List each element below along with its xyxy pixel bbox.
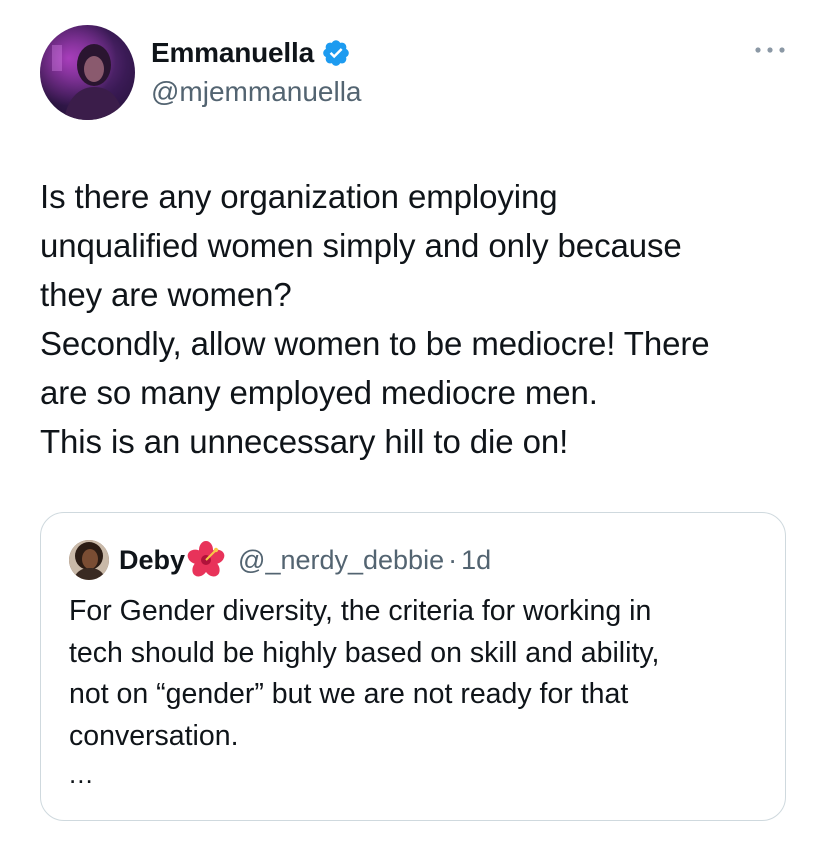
author-avatar[interactable] xyxy=(40,25,135,120)
quote-author-handle[interactable]: @_nerdy_debbie xyxy=(238,540,444,580)
quote-separator: · xyxy=(448,544,458,575)
tweet-text-line: are so many employed mediocre men. xyxy=(40,374,598,411)
quote-text-line: tech should be highly based on skill and… xyxy=(69,636,660,669)
quote-text: For Gender diversity, the criteria for w… xyxy=(69,591,769,757)
profile-photo-image xyxy=(69,540,109,580)
quote-text-line: not on “gender” but we are not ready for… xyxy=(69,678,629,710)
quote-author-name[interactable]: Deby xyxy=(119,540,185,580)
tweet-text-line: unqualified women simply and only becaus… xyxy=(40,227,682,264)
author-display-name[interactable]: Emmanuella xyxy=(151,36,314,70)
quoted-tweet-card[interactable]: Deby @_nerdy_debbie · 1d For Gender dive… xyxy=(40,512,786,821)
more-options-button[interactable] xyxy=(754,42,786,58)
quote-truncation: ... xyxy=(69,759,94,789)
tweet-text-line: Is there any organization employing xyxy=(40,178,558,215)
more-horizontal-icon xyxy=(755,47,785,53)
author-name-row[interactable]: Emmanuella xyxy=(151,36,351,70)
author-handle[interactable]: @mjemmanuella xyxy=(151,75,362,109)
tweet-text-line: This is an unnecessary hill to die on! xyxy=(40,423,569,460)
verified-badge-icon xyxy=(321,38,351,68)
tweet-text: Is there any organization employing unqu… xyxy=(40,172,800,466)
quote-header: Deby @_nerdy_debbie · 1d xyxy=(119,540,491,580)
profile-photo-image xyxy=(40,25,135,120)
quote-author-avatar[interactable] xyxy=(69,540,109,580)
quote-text-line: conversation. xyxy=(69,719,239,752)
hibiscus-emoji-icon xyxy=(186,540,226,580)
tweet-text-line: Secondly, allow women to be mediocre! Th… xyxy=(40,325,710,362)
quote-timestamp[interactable]: 1d xyxy=(461,540,491,580)
quote-text-line: For Gender diversity, the criteria for w… xyxy=(69,595,652,627)
tweet-text-line: they are women? xyxy=(40,276,292,313)
